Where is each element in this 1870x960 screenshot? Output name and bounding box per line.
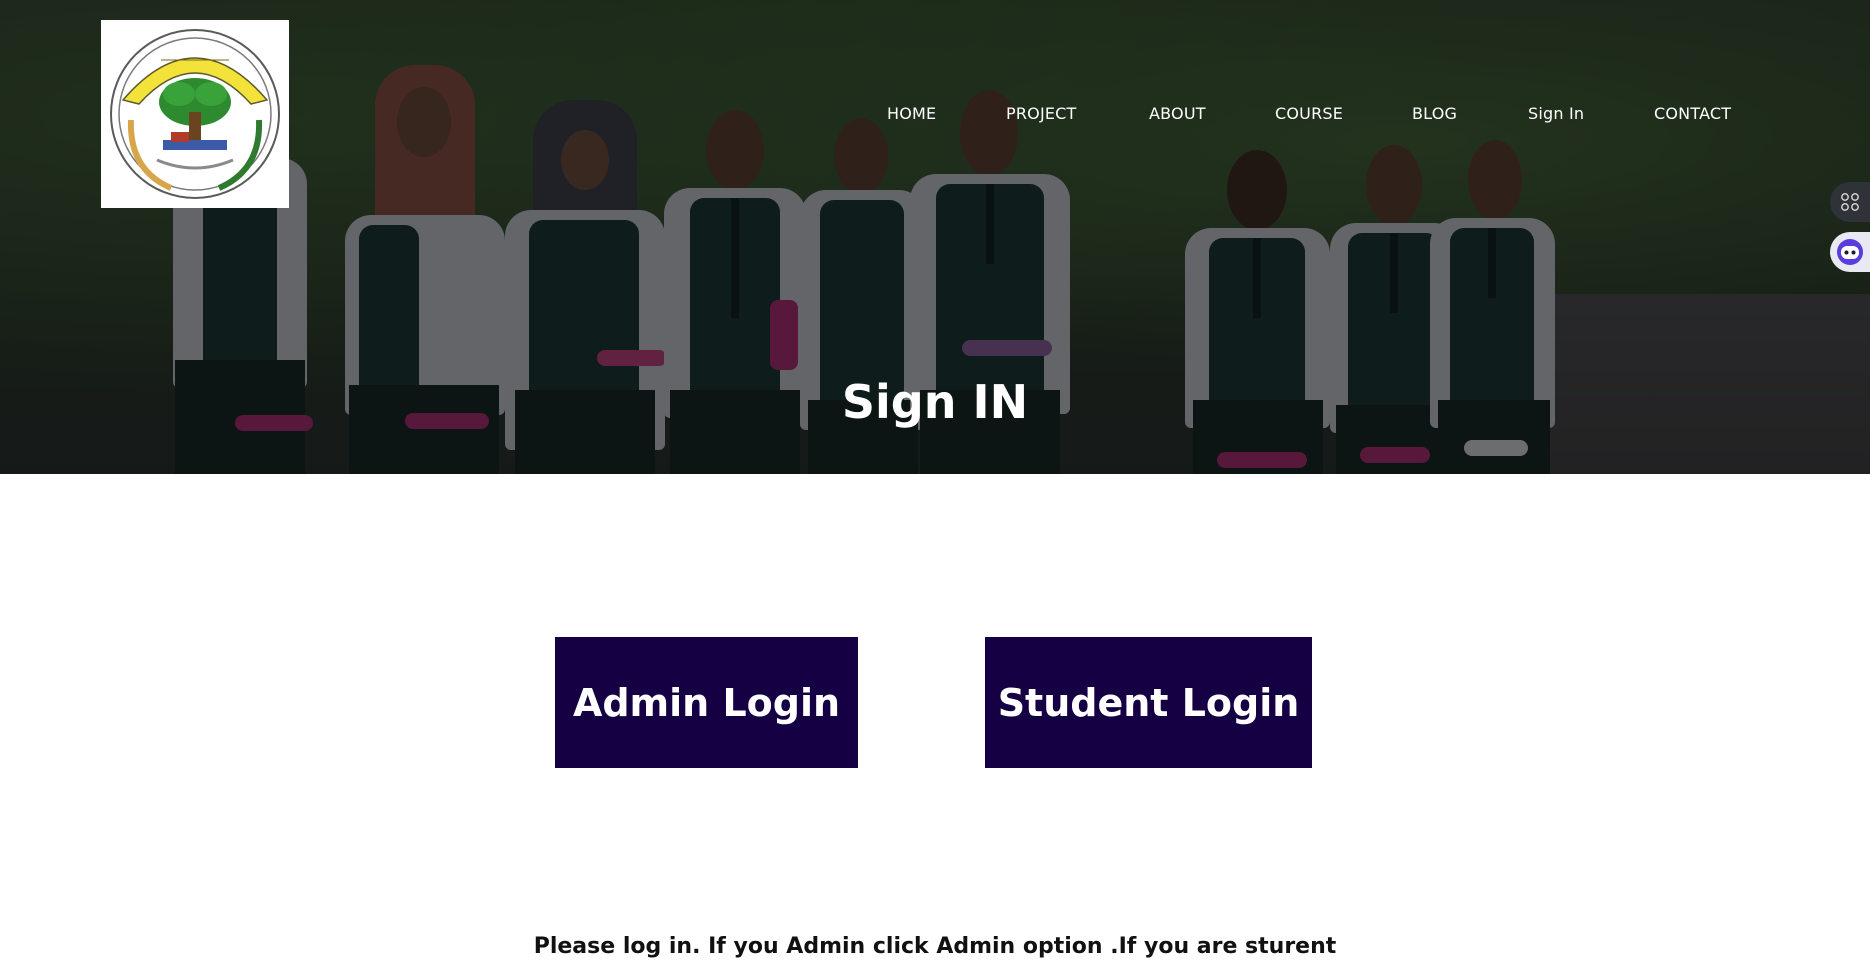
nav-item-about[interactable]: ABOUT: [1149, 104, 1206, 123]
nav-item-sign-in[interactable]: Sign In: [1528, 104, 1584, 123]
main-navigation: HOME PROJECT ABOUT COURSE BLOG Sign In C…: [0, 104, 1870, 128]
nav-item-contact[interactable]: CONTACT: [1654, 104, 1731, 123]
nav-item-home[interactable]: HOME: [887, 104, 936, 123]
apps-grid-button[interactable]: [1830, 182, 1870, 222]
student-login-button[interactable]: Student Login: [985, 637, 1312, 768]
apps-grid-icon: [1841, 193, 1859, 211]
login-instructions-text: Please log in. If you Admin click Admin …: [533, 934, 1337, 959]
nav-item-course[interactable]: COURSE: [1275, 104, 1343, 123]
hero-banner: HOME PROJECT ABOUT COURSE BLOG Sign In C…: [0, 0, 1870, 474]
side-toolbar: [1830, 182, 1870, 282]
assistant-bot-button[interactable]: [1830, 232, 1870, 272]
nav-item-project[interactable]: PROJECT: [1006, 104, 1077, 123]
nav-item-blog[interactable]: BLOG: [1412, 104, 1457, 123]
login-options-section: Admin Login Student Login Please log in.…: [0, 474, 1870, 960]
assistant-bot-icon: [1837, 239, 1863, 265]
page-title: Sign IN: [841, 375, 1029, 429]
admin-login-button[interactable]: Admin Login: [555, 637, 858, 768]
